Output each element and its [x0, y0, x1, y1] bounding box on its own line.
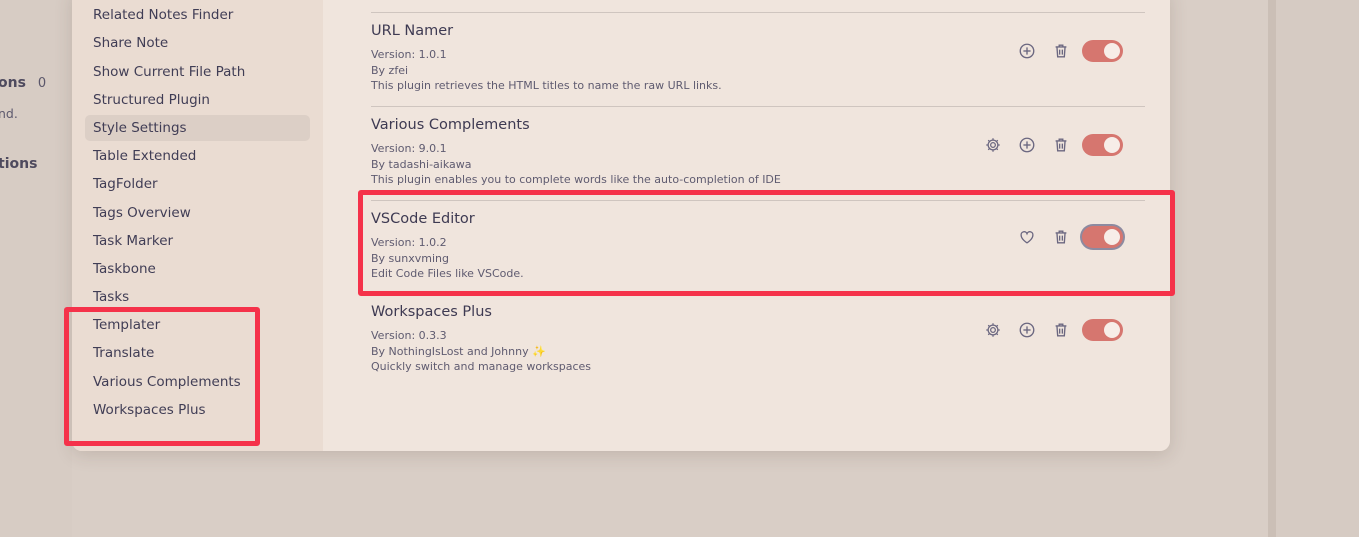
sidebar-item-tags-overview[interactable]: Tags Overview — [85, 200, 310, 226]
plugin-name: Workspaces Plus — [371, 304, 492, 320]
sidebar-item-table-extended[interactable]: Table Extended — [85, 143, 310, 169]
plus-circle-icon[interactable] — [1016, 134, 1038, 156]
sidebar-item-style-settings[interactable]: Style Settings — [85, 115, 310, 141]
plugin-row-various-complements: Various Complements Version: 9.0.1 By ta… — [371, 106, 1145, 200]
plugin-name: Various Complements — [371, 117, 530, 133]
plugin-row-url-namer: URL Namer Version: 1.0.1 By zfei This pl… — [371, 12, 1145, 106]
background-right-pane — [1268, 0, 1359, 537]
plus-circle-icon[interactable] — [1016, 319, 1038, 341]
trash-icon[interactable] — [1050, 40, 1072, 62]
plugin-description: Quickly switch and manage workspaces — [371, 360, 592, 373]
highlight-box-plugin — [358, 190, 1175, 296]
sparkle-emoji: ✨ — [532, 345, 546, 358]
enable-toggle[interactable] — [1082, 134, 1123, 156]
background-settings-panel: ons 0 nd. tions — [0, 0, 72, 537]
sidebar-item-related-notes-finder[interactable]: Related Notes Finder — [85, 2, 310, 28]
sidebar-item-taskbone[interactable]: Taskbone — [85, 256, 310, 282]
plugin-description: This plugin enables you to complete word… — [371, 173, 781, 186]
plugin-author: By NothingIsLost and Johnny ✨ — [371, 345, 546, 358]
pane-divider[interactable] — [1268, 0, 1276, 537]
plugin-row-workspaces-plus: Workspaces Plus Version: 0.3.3 By Nothin… — [371, 294, 1145, 388]
enable-toggle[interactable] — [1082, 40, 1123, 62]
plugin-name: URL Namer — [371, 23, 454, 39]
sidebar-item-task-marker[interactable]: Task Marker — [85, 228, 310, 254]
background-text: nd. — [0, 106, 18, 121]
plugin-version: Version: 0.3.3 — [371, 329, 447, 342]
background-heading-2: tions — [0, 156, 38, 172]
plugin-author: By tadashi-aikawa — [371, 158, 472, 171]
sidebar-item-structured-plugin[interactable]: Structured Plugin — [85, 87, 310, 113]
trash-icon[interactable] — [1050, 319, 1072, 341]
gear-icon[interactable] — [982, 319, 1004, 341]
plugin-version: Version: 9.0.1 — [371, 142, 447, 155]
sidebar-item-show-current-file-path[interactable]: Show Current File Path — [85, 59, 310, 85]
toggle-knob — [1104, 322, 1120, 338]
plus-circle-icon[interactable] — [1016, 40, 1038, 62]
plugin-description: This plugin retrieves the HTML titles to… — [371, 79, 722, 92]
toggle-knob — [1104, 137, 1120, 153]
plugin-version: Version: 1.0.1 — [371, 48, 447, 61]
sidebar-item-share-note[interactable]: Share Note — [85, 30, 310, 56]
highlight-box-sidebar — [64, 307, 260, 446]
trash-icon[interactable] — [1050, 134, 1072, 156]
sidebar-item-tagfolder[interactable]: TagFolder — [85, 171, 310, 197]
plugin-author: By zfei — [371, 64, 409, 77]
background-count: 0 — [37, 76, 47, 91]
toggle-knob — [1104, 43, 1120, 59]
gear-icon[interactable] — [982, 134, 1004, 156]
background-heading-1: ons 0 — [0, 75, 47, 91]
enable-toggle[interactable] — [1082, 319, 1123, 341]
